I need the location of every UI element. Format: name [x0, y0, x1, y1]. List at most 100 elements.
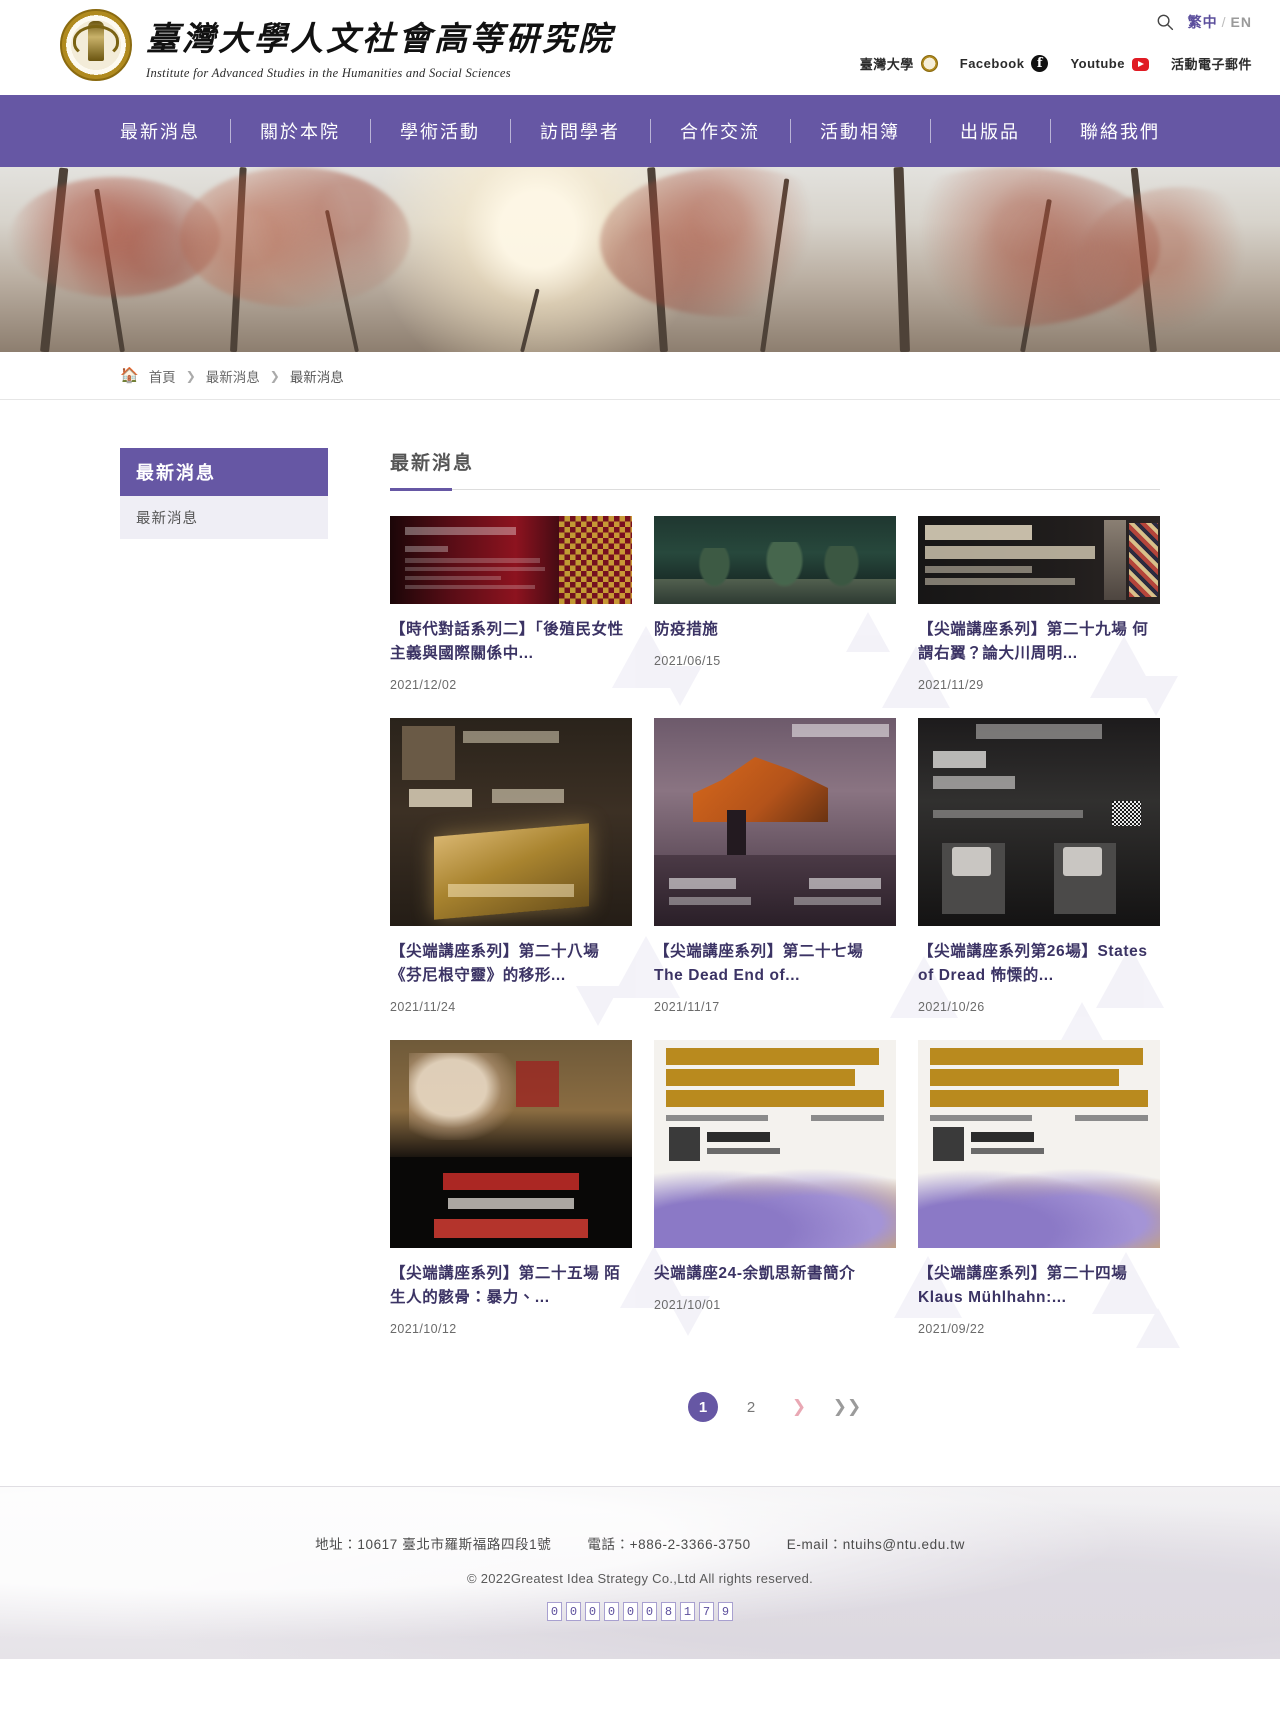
- pagination-page-1[interactable]: 1: [688, 1392, 718, 1423]
- news-card-date: 2021/09/22: [918, 1322, 985, 1337]
- utility-link-event-mail[interactable]: 活動電子郵件: [1171, 54, 1252, 73]
- news-thumbnail: [918, 1040, 1160, 1249]
- news-card[interactable]: 【尖端講座系列】第二十五場 陌生人的骸骨：暴力、... 2021/10/12: [390, 1040, 632, 1336]
- counter-digit: 8: [661, 1602, 676, 1622]
- utility-links-row: 臺灣大學 Facebook f Youtube 活動電子郵件: [860, 44, 1252, 82]
- utility-link-label: 活動電子郵件: [1170, 56, 1252, 72]
- nav-separator: [789, 119, 791, 143]
- logo-text: 臺灣大學人文社會高等研究院 Institute for Advanced Stu…: [146, 8, 614, 81]
- sidebar: 最新消息 最新消息: [120, 448, 328, 539]
- utility-link-youtube[interactable]: Youtube: [1070, 56, 1149, 71]
- pagination: 1 2 ❯ ❯❯: [390, 1392, 1160, 1423]
- footer-email[interactable]: E-mail：ntuihs@ntu.edu.tw: [787, 1533, 965, 1553]
- news-card-date: 2021/12/02: [390, 678, 457, 693]
- counter-digit: 0: [642, 1602, 657, 1622]
- site-footer: 地址：10617 臺北市羅斯福路四段1號 電話：+886-2-3366-3750…: [0, 1486, 1280, 1660]
- news-card-date: 2021/11/24: [390, 1000, 456, 1015]
- news-thumbnail: [918, 718, 1160, 927]
- hero-banner: [0, 167, 1280, 352]
- nav-separator: [509, 119, 511, 143]
- news-card[interactable]: 【時代對話系列二】「後殖民女性主義與國際關係中... 2021/12/02: [390, 516, 632, 692]
- news-card-title[interactable]: 【尖端講座系列】第二十四場 Klaus Mühlhahn:...: [918, 1262, 1160, 1310]
- site-brand[interactable]: 臺灣大學人文社會高等研究院 Institute for Advanced Stu…: [0, 0, 614, 81]
- news-card[interactable]: 【尖端講座系列第26場】States of Dread 怖慄的... 2021/…: [918, 718, 1160, 1014]
- title-underline: [390, 488, 1160, 491]
- footer-phone: 電話：+886-2-3366-3750: [587, 1537, 751, 1553]
- home-icon[interactable]: 🏠: [120, 368, 139, 383]
- utility-link-label: Facebook: [959, 55, 1025, 71]
- nav-separator: [929, 119, 931, 143]
- news-card-title[interactable]: 【時代對話系列二】「後殖民女性主義與國際關係中...: [390, 618, 632, 666]
- news-card-title[interactable]: 【尖端講座系列】第二十八場 《芬尼根守靈》的移形...: [390, 940, 632, 988]
- news-thumbnail: [390, 516, 632, 604]
- pagination-page-2[interactable]: 2: [736, 1392, 766, 1422]
- nav-item-photo-album[interactable]: 活動相簿: [820, 118, 900, 144]
- breadcrumb-item-current: 最新消息: [289, 369, 344, 385]
- news-card-title[interactable]: 【尖端講座系列】第二十五場 陌生人的骸骨：暴力、...: [390, 1262, 632, 1310]
- nav-item-visiting-scholars[interactable]: 訪問學者: [540, 118, 620, 144]
- news-card-title[interactable]: 【尖端講座系列】第二十九場 何謂右翼？論大川周明...: [918, 618, 1160, 666]
- logo-title-en: Institute for Advanced Studies in the Hu…: [146, 66, 511, 80]
- utility-link-facebook[interactable]: Facebook f: [959, 54, 1049, 72]
- counter-digit: 0: [623, 1602, 638, 1622]
- top-bar: 臺灣大學人文社會高等研究院 Institute for Advanced Stu…: [0, 0, 1280, 95]
- counter-digit: 9: [718, 1602, 733, 1622]
- news-card-title[interactable]: 尖端講座24-余凱思新書簡介: [654, 1262, 896, 1286]
- logo-title-cn: 臺灣大學人文社會高等研究院: [146, 19, 614, 58]
- pagination-last-button[interactable]: ❯❯: [832, 1392, 862, 1422]
- language-switcher[interactable]: 繁中 / EN: [1188, 12, 1252, 32]
- news-card-title[interactable]: 【尖端講座系列】第二十七場 The Dead End of...: [654, 940, 896, 988]
- hero-tree-silhouettes: [0, 167, 1280, 352]
- nav-item-cooperation[interactable]: 合作交流: [680, 118, 760, 144]
- nav-item-news[interactable]: 最新消息: [120, 118, 200, 144]
- nav-separator: [1049, 119, 1051, 143]
- pagination-next-button[interactable]: ❯: [784, 1392, 814, 1422]
- nav-item-publications[interactable]: 出版品: [960, 118, 1020, 144]
- news-card-title[interactable]: 【尖端講座系列第26場】States of Dread 怖慄的...: [918, 940, 1160, 988]
- facebook-icon: f: [1031, 54, 1049, 72]
- news-card[interactable]: 【尖端講座系列】第二十四場 Klaus Mühlhahn:... 2021/09…: [918, 1040, 1160, 1336]
- nav-item-about[interactable]: 關於本院: [260, 118, 340, 144]
- utility-link-label: 臺灣大學: [859, 56, 914, 72]
- breadcrumb-separator: ❯: [269, 368, 280, 383]
- news-card[interactable]: 【尖端講座系列】第二十九場 何謂右翼？論大川周明... 2021/11/29: [918, 516, 1160, 692]
- utility-link-ntu[interactable]: 臺灣大學: [860, 54, 938, 73]
- footer-address: 地址：10617 臺北市羅斯福路四段1號: [315, 1537, 552, 1553]
- lang-en[interactable]: EN: [1231, 14, 1252, 30]
- utility-top-row: 繁中 / EN: [860, 0, 1252, 44]
- news-card[interactable]: 防疫措施 2021/06/15: [654, 516, 896, 692]
- news-card-title[interactable]: 防疫措施: [654, 618, 896, 642]
- footer-copyright: © 2022Greatest Idea Strategy Co.,Ltd All…: [466, 1571, 814, 1587]
- utility-link-label: Youtube: [1070, 55, 1125, 71]
- main-navigation: 最新消息 關於本院 學術活動 訪問學者 合作交流 活動相簿 出版品 聯絡我們: [0, 95, 1280, 167]
- page-content: 最新消息 最新消息 最新消息 【時代對話系列二】「後殖民女性主義與國際關係中..…: [60, 400, 1220, 1486]
- news-grid: 【時代對話系列二】「後殖民女性主義與國際關係中... 2021/12/02 防疫…: [390, 516, 1180, 1348]
- news-card-date: 2021/11/17: [654, 1000, 720, 1015]
- news-thumbnail: [390, 718, 632, 927]
- news-card[interactable]: 尖端講座24-余凱思新書簡介 2021/10/01: [654, 1040, 896, 1336]
- breadcrumb-item-home[interactable]: 首頁: [149, 366, 176, 386]
- counter-digit: 0: [585, 1602, 600, 1622]
- lang-zh[interactable]: 繁中: [1188, 14, 1218, 30]
- news-thumbnail: [654, 516, 896, 604]
- counter-digit: 0: [547, 1602, 562, 1622]
- news-card[interactable]: 【尖端講座系列】第二十八場 《芬尼根守靈》的移形... 2021/11/24: [390, 718, 632, 1014]
- nav-item-academic-events[interactable]: 學術活動: [400, 118, 480, 144]
- visitor-counter: 0 0 0 0 0 0 8 1 7 9: [0, 1602, 1280, 1622]
- news-card-date: 2021/10/26: [918, 1000, 985, 1015]
- main-column: 最新消息 【時代對話系列二】「後殖民女性主義與國際關係中... 2021/12/…: [390, 448, 1180, 1486]
- news-thumbnail: [654, 718, 896, 927]
- counter-digit: 0: [566, 1602, 581, 1622]
- breadcrumb-bar: 🏠 首頁 ❯ 最新消息 ❯ 最新消息: [0, 352, 1280, 400]
- news-card[interactable]: 【尖端講座系列】第二十七場 The Dead End of... 2021/11…: [654, 718, 896, 1014]
- counter-digit: 1: [680, 1602, 695, 1622]
- counter-digit: 0: [604, 1602, 619, 1622]
- sidebar-item-news[interactable]: 最新消息: [120, 496, 328, 539]
- news-thumbnail: [918, 516, 1160, 604]
- footer-contact-row: 地址：10617 臺北市羅斯福路四段1號 電話：+886-2-3366-3750…: [0, 1533, 1280, 1553]
- nav-item-contact[interactable]: 聯絡我們: [1080, 118, 1160, 144]
- breadcrumb-item-news[interactable]: 最新消息: [206, 366, 260, 386]
- news-card-date: 2021/10/12: [390, 1322, 457, 1337]
- search-icon[interactable]: [1156, 13, 1174, 31]
- nav-separator: [229, 119, 231, 143]
